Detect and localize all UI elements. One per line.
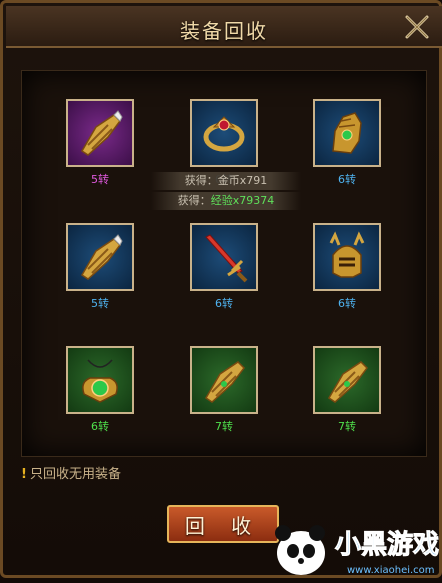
item-slot-4[interactable]: [66, 223, 134, 291]
warning-icon: !: [21, 467, 27, 482]
bracer-icon: [204, 361, 245, 403]
item-slot-6[interactable]: [313, 223, 381, 291]
item-level-9: 7转: [338, 420, 356, 433]
item-slot-8[interactable]: [190, 346, 258, 414]
watermark-brand: 小黑游戏: [335, 530, 439, 560]
amulet-icon: [82, 359, 118, 403]
item-level-3: 6转: [338, 173, 356, 186]
ring-icon: [203, 116, 245, 152]
recycle-notice: ! 只回收无用装备: [21, 463, 121, 482]
bracer-icon: [80, 110, 123, 156]
panda-logo-icon: 小黑游戏 www.xiaohei.com: [275, 525, 440, 576]
recycle-window: 装备回收 5转 6转 6转: [0, 0, 442, 578]
item-level-1: 5转: [91, 173, 109, 186]
notice-text: 只回收无用装备: [29, 467, 121, 482]
item-level-6: 6转: [338, 297, 356, 310]
item-level-7: 6转: [91, 420, 109, 433]
item-level-5: 6转: [215, 297, 233, 310]
helmet-icon: [329, 231, 365, 278]
tip-prefix: 获得：: [177, 194, 211, 207]
site-watermark: 小黑游戏 www.xiaohei.com: [265, 515, 442, 579]
item-slot-2[interactable]: [190, 99, 258, 167]
bracer-icon: [80, 234, 123, 280]
gold-label: 金币: [217, 174, 240, 187]
item-slot-9[interactable]: [313, 346, 381, 414]
window-title: 装备回收: [180, 19, 268, 43]
item-level-8: 7转: [215, 420, 233, 433]
item-level-4: 5转: [91, 297, 109, 310]
gold-amount: x791: [239, 174, 268, 187]
exp-label: 经验: [210, 194, 233, 207]
recycle-button[interactable]: 回 收: [167, 505, 279, 543]
item-slot-5[interactable]: [190, 223, 258, 291]
title-bar: 装备回收: [6, 6, 442, 48]
item-slot-7[interactable]: [66, 346, 134, 414]
watermark-url: www.xiaohei.com: [347, 565, 435, 576]
gauntlet-icon: [332, 112, 362, 154]
item-slot-1[interactable]: [66, 99, 134, 167]
bracer-icon: [327, 361, 368, 403]
close-icon: [405, 15, 429, 39]
close-button[interactable]: [402, 12, 432, 42]
sword-icon: [205, 234, 248, 283]
tip-prefix: 获得：: [184, 174, 218, 187]
exp-amount: x79374: [232, 194, 275, 207]
gold-reward-tip: 获得：金币x791: [151, 172, 301, 190]
item-slot-3[interactable]: [313, 99, 381, 167]
exp-reward-tip: 获得：经验x79374: [151, 192, 301, 210]
